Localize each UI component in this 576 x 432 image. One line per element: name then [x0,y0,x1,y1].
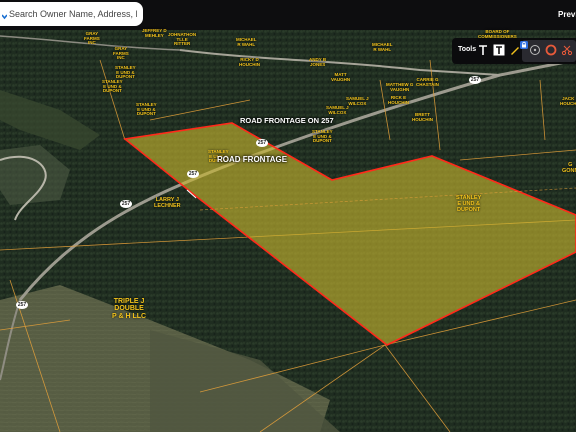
owner-label: CARRIE G CHASTAIN [416,77,439,87]
tools-label: Tools [458,46,477,53]
preview-button[interactable]: Previe [558,10,576,19]
owner-label: JEFFREY D MEHLEY [142,28,167,38]
owner-label: GRAY FARMS INC [84,31,100,46]
scissors-icon[interactable] [560,43,574,57]
owner-label: RICK E HOUCHIN [388,95,409,105]
circle-icon[interactable] [544,43,558,57]
owner-label: STANLEY E UND & DUPONT [312,129,333,144]
radius-icon[interactable] [528,43,542,57]
owner-label: MICHAEL R WAHL [236,37,257,47]
owner-label: JOHNATHON TLLE RITTER [168,32,197,47]
owner-label: SAMUEL J WILCOX [326,105,349,115]
road-frontage-on-257-label: ROAD FRONTAGE ON 257 [240,116,334,125]
owner-label: MATT VAUGHN [331,72,351,82]
tools-panel: Tools [452,38,576,64]
search-input[interactable] [9,9,137,19]
owner-label: LARRY J LECHNER [154,197,181,209]
text-tool-icon[interactable] [476,43,490,57]
route-257-shield: 257 [16,301,28,309]
aerial-map[interactable] [0,0,576,432]
owner-label: STANLEY E UND & DUPONT [456,195,482,213]
search-box[interactable] [0,2,143,26]
route-257-shield: 257 [120,200,132,208]
owner-label: STANLEY E UND & DUPONT [102,79,123,94]
route-257-shield: 257 [469,76,481,84]
road-frontage-label: ROAD FRONTAGE [217,155,288,164]
owner-label: ANDY B JONES [309,57,327,67]
lock-icon[interactable] [520,41,528,49]
text-box-tool-icon[interactable] [492,43,506,57]
route-257-shield: 257 [187,170,199,178]
owner-label: BOARD OF COMMISSIONERS [478,29,517,39]
owner-label: MICHAEL R WAHL [372,42,393,52]
owner-label: SAMUEL J WILCOX [346,96,369,106]
owner-label: GRAY FARMS INC [113,46,129,61]
owner-label: MATTHEW G VAUGHN [386,82,414,92]
route-257-shield: 257 [256,139,268,147]
search-icon[interactable] [1,9,8,20]
owner-label: G GONN [562,162,576,174]
owner-label: STANLEY E UND & DUPONT [136,102,157,117]
owner-label: BRETT HOUCHIN [412,112,433,122]
owner-label: JACK HOUCH [560,96,576,106]
owner-label: TRIPLE J DOUBLE P & H LLC [112,298,147,320]
owner-label: RICKY D HOUCHIN [239,57,260,67]
